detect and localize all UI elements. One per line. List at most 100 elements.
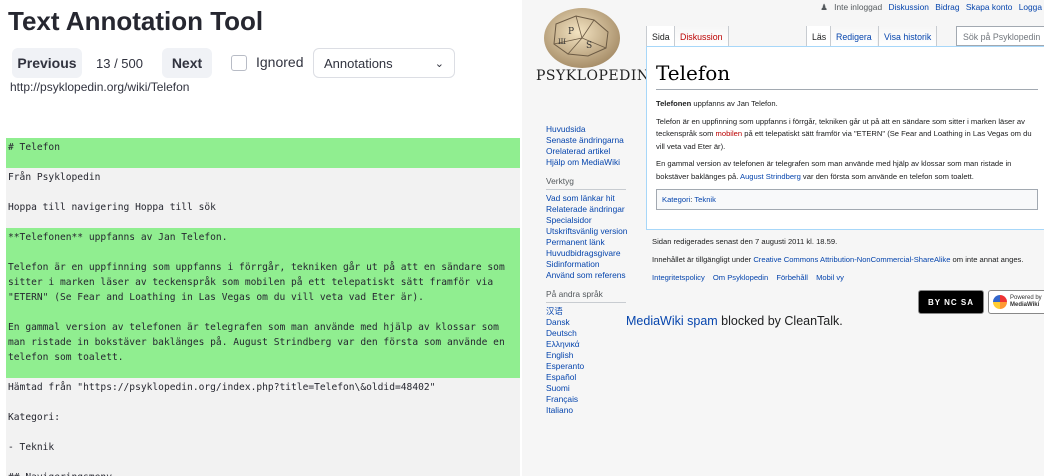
- link-mobilen[interactable]: mobilen: [716, 129, 743, 138]
- annotation-gap: [6, 426, 520, 438]
- mediawiki-badge-text: Powered by MediaWiki: [1010, 295, 1042, 309]
- view-select[interactable]: Annotations ⌄: [313, 48, 455, 78]
- annotation-row[interactable]: ## Navigeringsmeny: [6, 468, 520, 476]
- personal-link-talk[interactable]: Diskussion: [888, 2, 929, 12]
- not-logged-in-text: Inte inloggad: [834, 2, 883, 12]
- license-suffix: om inte annat anges.: [950, 255, 1024, 264]
- annotation-list: # Telefon Från Psyklopedin Hoppa till navi…: [6, 138, 520, 476]
- category-box: Kategori: Teknik: [656, 189, 1038, 210]
- license-text: Innehållet är tillgängligt under Creativ…: [652, 254, 1044, 265]
- article-heading: Telefon: [656, 61, 1038, 90]
- footer-link-disclaimers[interactable]: Förbehåll: [776, 273, 808, 282]
- sidebar-language-link[interactable]: Français: [546, 394, 644, 405]
- cleantalk-link[interactable]: MediaWiki spam: [626, 314, 718, 328]
- annotation-gap: [6, 246, 520, 258]
- license-link[interactable]: Creative Commons Attribution-NonCommerci…: [753, 255, 950, 264]
- tab-read[interactable]: Läs: [806, 26, 832, 47]
- annotation-row[interactable]: En gammal version av telefonen är telegr…: [6, 318, 520, 366]
- annotation-row[interactable]: # Telefon: [6, 138, 520, 156]
- item-counter: 13 / 500: [96, 56, 143, 71]
- paragraph-text: uppfanns av Jan Telefon.: [691, 99, 778, 108]
- page-title: Text Annotation Tool: [8, 6, 264, 36]
- footer-link-privacy[interactable]: Integritetspolicy: [652, 273, 705, 282]
- article-paragraph: Telefon är en uppfinning som uppfanns i …: [656, 116, 1038, 154]
- category-link-teknik[interactable]: Teknik: [694, 195, 716, 204]
- sidebar-tool-link[interactable]: Specialsidor: [546, 215, 644, 226]
- personal-tools: ♟ Inte inloggad Diskussion Bidrag Skapa …: [816, 2, 1042, 12]
- personal-link-contributions[interactable]: Bidrag: [935, 2, 959, 12]
- annotation-gap: [6, 186, 520, 198]
- sidebar-language-link[interactable]: Español: [546, 372, 644, 383]
- previous-button[interactable]: Previous: [12, 48, 82, 78]
- annotation-gap: [6, 306, 520, 318]
- chevron-down-icon: ⌄: [434, 57, 444, 70]
- cleantalk-notice: MediaWiki spam blocked by CleanTalk.: [626, 314, 843, 328]
- paragraph-text: var den första som använde en telefon so…: [800, 171, 974, 181]
- svg-text:P: P: [568, 27, 574, 37]
- personal-link-login[interactable]: Logga: [1019, 2, 1042, 12]
- license-prefix: Innehållet är tillgängligt under: [652, 255, 754, 264]
- annotation-row[interactable]: - Teknik: [6, 438, 520, 456]
- sidebar-tool-link[interactable]: Vad som länkar hit: [546, 193, 644, 204]
- annotation-row[interactable]: Kategori:: [6, 408, 520, 426]
- personal-link-create-account[interactable]: Skapa konto: [966, 2, 1013, 12]
- sidebar-tool-link[interactable]: Utskriftsvänlig version: [546, 226, 644, 237]
- sidebar-languages-heading: På andra språk: [546, 289, 626, 303]
- mediawiki-badge-line2: MediaWiki: [1010, 302, 1040, 308]
- svg-text:S: S: [586, 41, 592, 51]
- annotation-gap: [6, 396, 520, 408]
- mediawiki-flower-icon: [993, 295, 1007, 309]
- sidebar-tool-link[interactable]: Relaterade ändringar: [546, 204, 644, 215]
- sidebar-nav-link[interactable]: Huvudsida: [546, 124, 644, 135]
- tab-history[interactable]: Visa historik: [878, 26, 938, 47]
- annotation-row[interactable]: Telefon är en uppfinning som uppfanns i …: [6, 258, 520, 306]
- annotation-gap: [6, 156, 520, 168]
- cc-license-badge[interactable]: BY NC SA: [918, 290, 984, 314]
- sidebar-language-link[interactable]: English: [546, 350, 644, 361]
- sidebar-nav-link[interactable]: Orelaterad artikel: [546, 146, 644, 157]
- user-icon: ♟: [820, 2, 828, 12]
- sidebar-language-link[interactable]: Deutsch: [546, 328, 644, 339]
- article-paragraph: Telefonen uppfanns av Jan Telefon.: [656, 98, 1038, 111]
- article-paragraph: En gammal version av telefonen är telegr…: [656, 158, 1038, 183]
- footer-link-about[interactable]: Om Psyklopedin: [713, 273, 768, 282]
- sidebar-nav-link[interactable]: Hjälp om MediaWiki: [546, 157, 644, 168]
- source-url: http://psyklopedin.org/wiki/Telefon: [10, 80, 190, 94]
- category-label-link[interactable]: Kategori: [662, 195, 690, 204]
- tab-edit[interactable]: Redigera: [830, 26, 877, 47]
- annotation-row[interactable]: Från Psyklopedin: [6, 168, 520, 186]
- annotation-tool-pane: Text Annotation Tool Previous 13 / 500 N…: [0, 0, 522, 476]
- logo-wordmark: PSYKLOPEDIN: [536, 68, 650, 84]
- view-select-value: Annotations: [324, 55, 393, 71]
- footer-links: Integritetspolicy Om Psyklopedin Förbehå…: [652, 272, 1044, 283]
- link-august-strindberg[interactable]: August Strindberg: [740, 172, 801, 181]
- sidebar-tool-link[interactable]: Sidinformation: [546, 259, 644, 270]
- sidebar-language-link[interactable]: Suomi: [546, 383, 644, 394]
- annotation-row[interactable]: Hämtad från "https://psyklopedin.org/ind…: [6, 378, 520, 396]
- tab-talk[interactable]: Diskussion: [674, 26, 729, 47]
- svg-text:Ш: Ш: [558, 38, 566, 46]
- next-button[interactable]: Next: [162, 48, 212, 78]
- ignored-checkbox[interactable]: [231, 55, 247, 71]
- annotation-gap: [6, 366, 520, 378]
- sidebar-nav-link[interactable]: Senaste ändringarna: [546, 135, 644, 146]
- page-footer: Sidan redigerades senast den 7 augusti 2…: [652, 236, 1044, 290]
- sidebar-tools-heading: Verktyg: [546, 176, 626, 190]
- annotation-row[interactable]: Hoppa till navigering Hoppa till sök: [6, 198, 520, 216]
- article-content: Telefon Telefonen uppfanns av Jan Telefo…: [646, 46, 1044, 230]
- tab-page[interactable]: Sida: [646, 26, 675, 47]
- sidebar-language-link[interactable]: Italiano: [546, 405, 644, 416]
- wiki-page-pane: P S Ш PSYKLOPEDIN ♟ Inte inloggad Diskus…: [522, 0, 1044, 476]
- sidebar-tool-link[interactable]: Permanent länk: [546, 237, 644, 248]
- footer-link-mobile[interactable]: Mobil vy: [816, 273, 844, 282]
- sidebar-tool-link[interactable]: Huvudbidragsgivare: [546, 248, 644, 259]
- sidebar-language-link[interactable]: Ελληνικά: [546, 339, 644, 350]
- ignored-label: Ignored: [256, 54, 304, 70]
- search-input[interactable]: Sök på Psyklopedin: [956, 26, 1044, 46]
- mediawiki-badge[interactable]: Powered by MediaWiki: [988, 290, 1044, 314]
- cleantalk-text: blocked by CleanTalk.: [717, 314, 843, 328]
- sidebar-tool-link[interactable]: Använd som referens: [546, 270, 644, 281]
- annotation-row[interactable]: **Telefonen** uppfanns av Jan Telefon.: [6, 228, 520, 246]
- bold-term: Telefonen: [656, 99, 692, 108]
- sidebar-language-link[interactable]: Esperanto: [546, 361, 644, 372]
